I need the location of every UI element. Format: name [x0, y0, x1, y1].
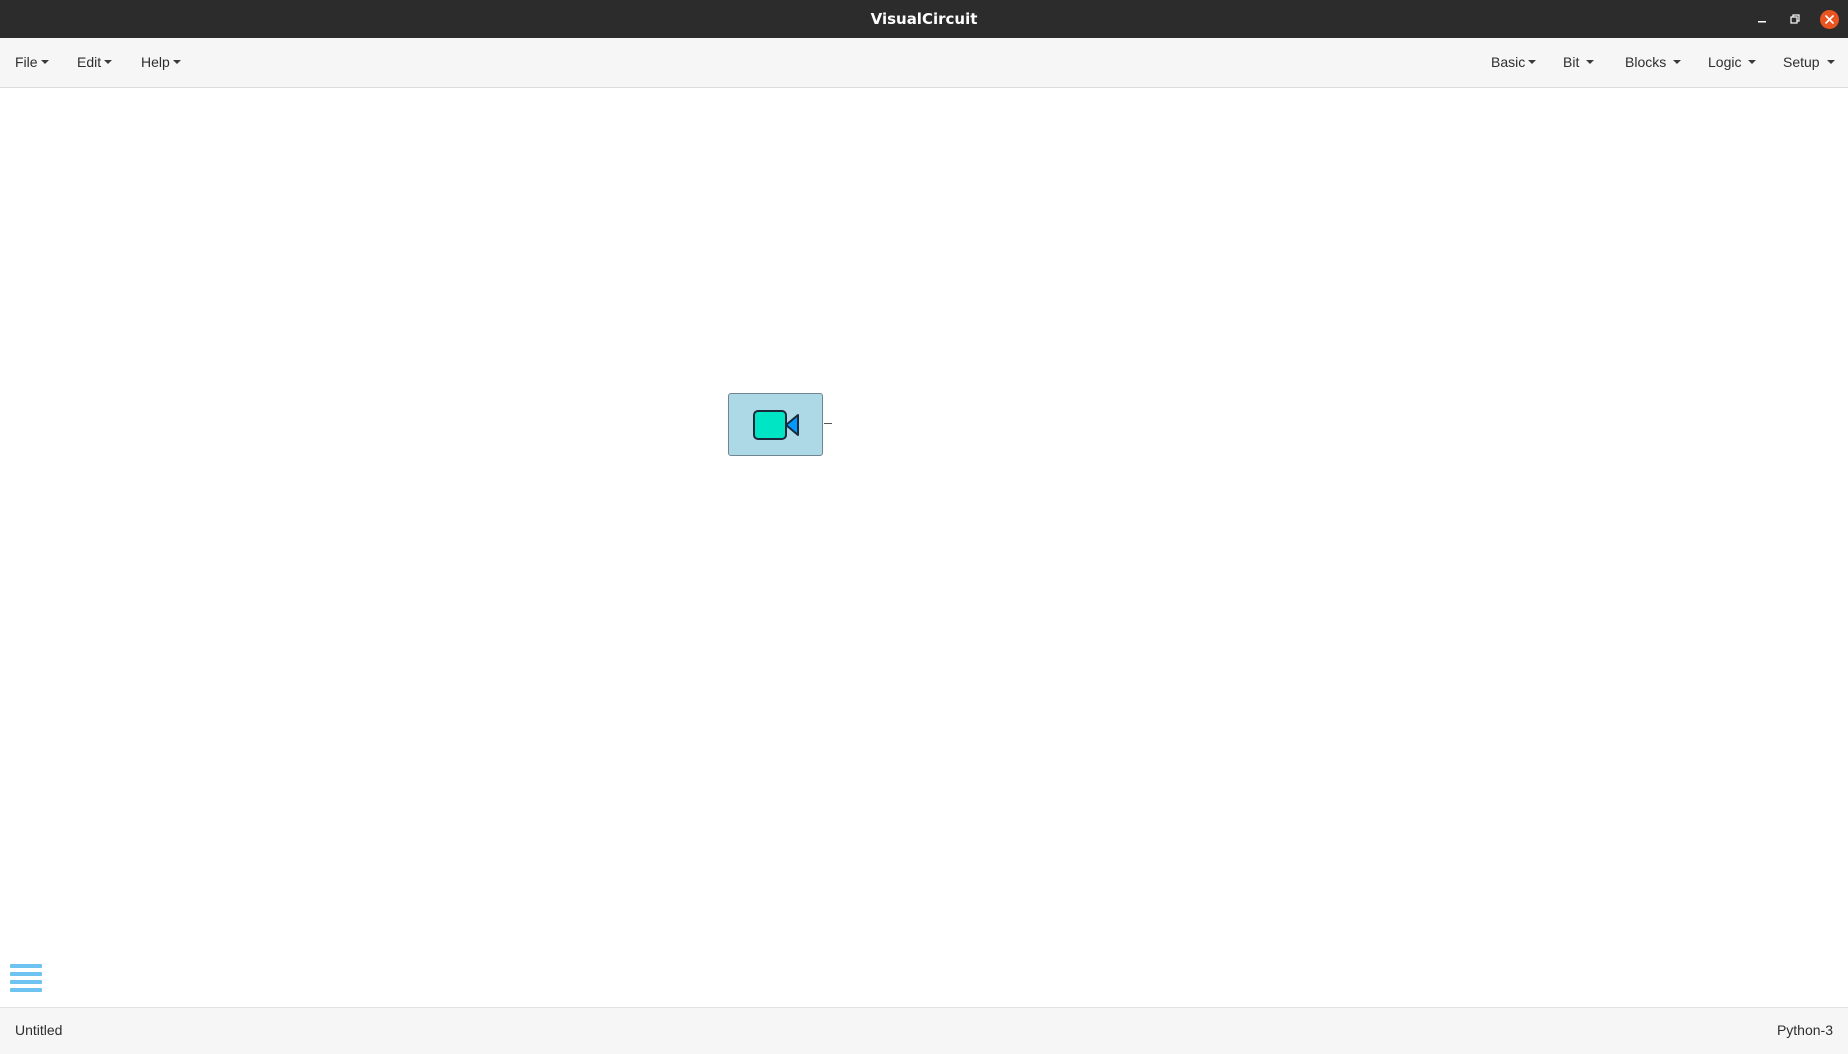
chevron-down-icon — [1748, 60, 1757, 65]
menu-blocks-label: Blocks — [1625, 54, 1667, 70]
menu-setup-label: Setup — [1783, 54, 1820, 70]
window-title: VisualCircuit — [870, 10, 978, 28]
chevron-down-icon — [1826, 60, 1835, 65]
menu-basic[interactable]: Basic — [1491, 38, 1537, 88]
restore-icon — [1790, 14, 1800, 24]
menu-logic-label: Logic — [1708, 54, 1742, 70]
menu-bit[interactable]: Bit — [1563, 38, 1595, 88]
close-button[interactable] — [1819, 9, 1839, 29]
menu-setup[interactable]: Setup — [1783, 38, 1835, 88]
hamburger-menu-icon[interactable] — [10, 964, 42, 992]
menu-edit[interactable]: Edit — [77, 38, 113, 88]
chevron-down-icon — [172, 60, 181, 65]
menu-basic-label: Basic — [1491, 54, 1526, 70]
menu-bit-label: Bit — [1563, 54, 1580, 70]
menu-file-label: File — [15, 54, 38, 70]
app-window: VisualCircuit File Edit Help Basic Bit B… — [0, 0, 1848, 1054]
camera-block[interactable] — [728, 393, 823, 456]
menu-logic[interactable]: Logic — [1708, 38, 1757, 88]
language-label: Python-3 — [1776, 1022, 1833, 1038]
menu-edit-label: Edit — [77, 54, 102, 70]
status-bar: Untitled Python-3 — [0, 1007, 1848, 1054]
chevron-down-icon — [40, 60, 49, 65]
menu-help[interactable]: Help — [141, 38, 181, 88]
video-camera-icon — [752, 409, 799, 440]
chevron-down-icon — [1586, 60, 1595, 65]
file-name: Untitled — [15, 1022, 63, 1038]
menu-bar: File Edit Help Basic Bit Blocks Logic Se… — [0, 38, 1848, 88]
chevron-down-icon — [104, 60, 113, 65]
menu-file[interactable]: File — [15, 38, 49, 88]
circuit-canvas[interactable] — [0, 88, 1848, 1007]
block-output-port[interactable] — [824, 423, 832, 424]
close-icon — [1819, 9, 1839, 29]
minimize-button[interactable] — [1752, 9, 1772, 29]
chevron-down-icon — [1528, 60, 1537, 65]
menu-blocks[interactable]: Blocks — [1625, 38, 1682, 88]
restore-button[interactable] — [1785, 9, 1805, 29]
title-bar: VisualCircuit — [0, 0, 1848, 38]
menu-help-label: Help — [141, 54, 170, 70]
chevron-down-icon — [1673, 60, 1682, 65]
minimize-icon — [1758, 21, 1766, 23]
